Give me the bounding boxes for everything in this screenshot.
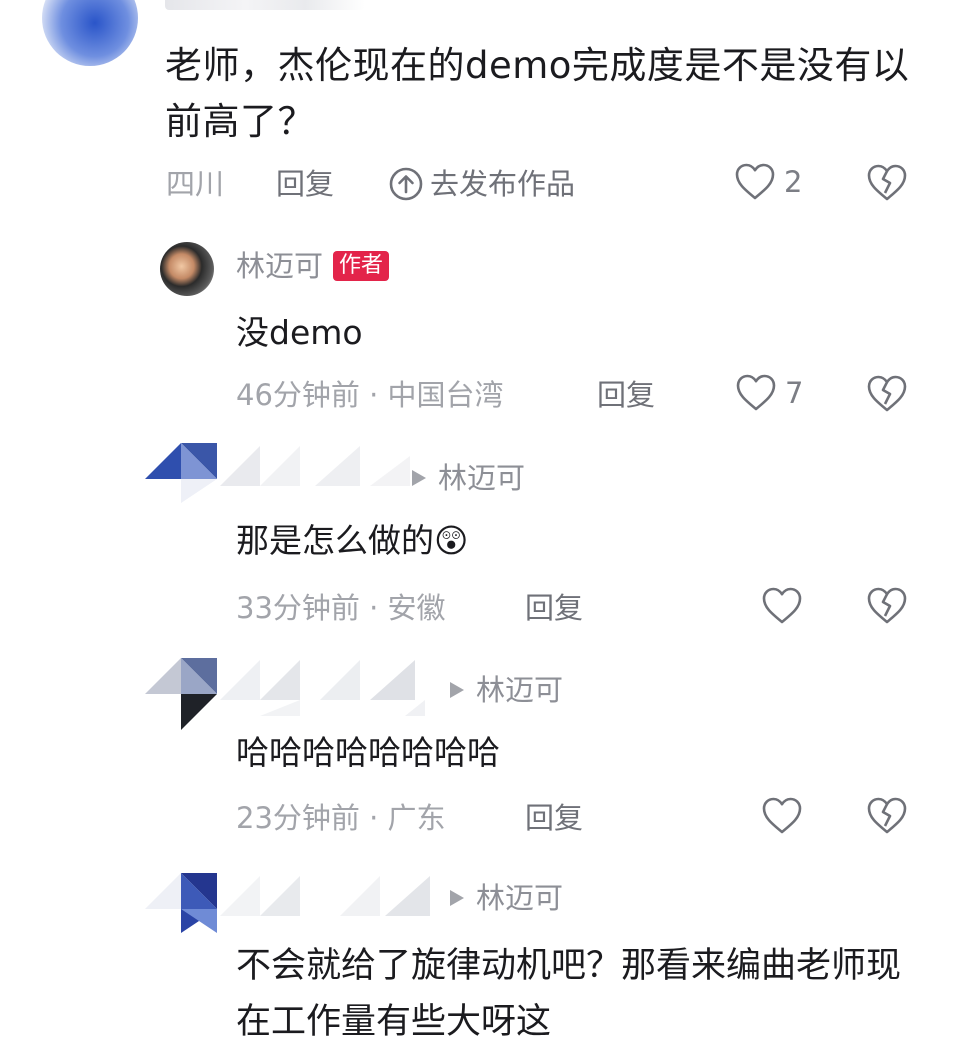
reply-text: 不会就给了旋律动机吧？那看来编曲老师现在工作量有些大呀这: [236, 946, 902, 1042]
upload-circle-icon: [388, 166, 424, 202]
heart-icon[interactable]: [761, 796, 803, 836]
publish-work-button[interactable]: 去发布作品: [388, 164, 575, 204]
reply-to-header: 林迈可: [448, 878, 563, 918]
reply-to-name[interactable]: 林迈可: [476, 878, 563, 918]
blurred-username: [220, 660, 440, 716]
blurred-username: [220, 446, 410, 486]
blurred-username: [220, 876, 440, 916]
reply-button[interactable]: 回复: [525, 798, 583, 838]
author-name[interactable]: 林迈可: [236, 246, 323, 286]
reply-text: 没demo: [236, 313, 363, 352]
author-header: 林迈可 作者: [236, 246, 390, 286]
pixelated-avatar[interactable]: [145, 873, 217, 933]
broken-heart-icon[interactable]: [866, 374, 908, 414]
reply-to-header: 林迈可: [410, 458, 525, 498]
publish-work-label: 去发布作品: [430, 167, 576, 201]
cropped-username: [165, 0, 365, 10]
author-avatar[interactable]: [160, 242, 214, 296]
like-count: 7: [785, 376, 804, 410]
comment-text: 老师，杰伦现在的demo完成度是不是没有以前高了？: [165, 44, 910, 143]
reply-button[interactable]: 回复: [276, 164, 334, 204]
reply-to-header: 林迈可: [448, 670, 563, 710]
reply-to-name[interactable]: 林迈可: [476, 670, 563, 710]
commenter-avatar[interactable]: [42, 0, 138, 66]
broken-heart-icon[interactable]: [866, 796, 908, 836]
reply-time-location: 23分钟前 · 广东: [236, 801, 446, 835]
like-button[interactable]: 7: [735, 373, 803, 413]
reply-text: 哈哈哈哈哈哈哈哈: [236, 733, 500, 772]
triangle-right-icon: [448, 888, 466, 908]
comment-location: 四川: [166, 167, 225, 201]
broken-heart-icon[interactable]: [866, 163, 908, 203]
reply-time-location: 33分钟前 · 安徽: [236, 591, 446, 625]
heart-icon: [734, 162, 776, 202]
author-badge: 作者: [333, 251, 390, 281]
broken-heart-icon[interactable]: [866, 586, 908, 626]
pixelated-avatar[interactable]: [145, 443, 217, 503]
triangle-right-icon: [410, 468, 428, 488]
reply-to-name[interactable]: 林迈可: [438, 458, 525, 498]
pixelated-avatar[interactable]: [145, 658, 217, 730]
reply-time-location: 46分钟前 · 中国台湾: [236, 378, 504, 412]
like-count: 2: [784, 165, 803, 199]
triangle-right-icon: [448, 680, 466, 700]
reply-button[interactable]: 回复: [597, 375, 655, 415]
like-button[interactable]: 2: [734, 162, 802, 202]
heart-icon[interactable]: [761, 586, 803, 626]
heart-icon: [735, 373, 777, 413]
reply-text: 那是怎么做的😲: [236, 521, 469, 560]
reply-button[interactable]: 回复: [525, 588, 583, 628]
